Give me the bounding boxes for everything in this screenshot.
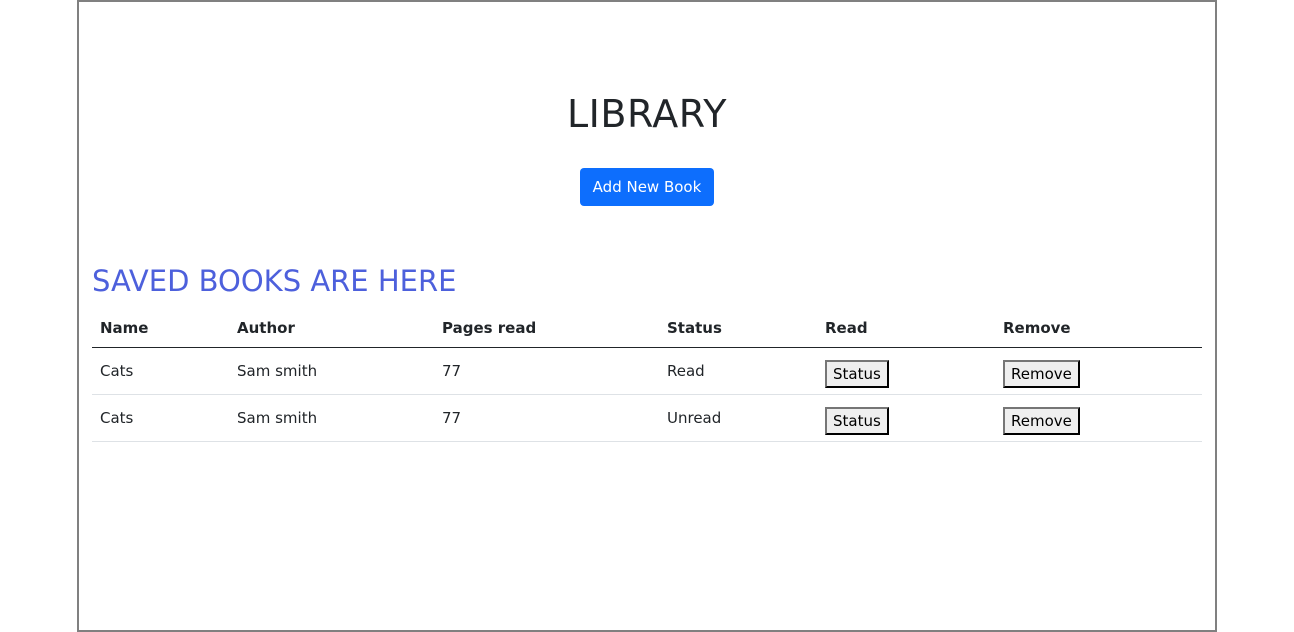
book-pages-cell: 77 bbox=[434, 394, 659, 442]
book-name-cell: Cats bbox=[92, 347, 229, 395]
table-header: Name Author Pages read Status Read Remov… bbox=[92, 308, 1202, 348]
book-status-cell: Read bbox=[659, 347, 817, 395]
table-body: Cats Sam smith 77 Read Status Remove Cat… bbox=[92, 347, 1202, 442]
add-new-book-button[interactable]: Add New Book bbox=[580, 168, 714, 206]
saved-books-heading: SAVED BOOKS ARE HERE bbox=[92, 264, 457, 298]
remove-cell: Remove bbox=[995, 394, 1202, 442]
toggle-status-button[interactable]: Status bbox=[825, 407, 889, 435]
column-header-remove: Remove bbox=[995, 308, 1202, 348]
column-header-pages-read: Pages read bbox=[434, 308, 659, 348]
remove-book-button[interactable]: Remove bbox=[1003, 407, 1080, 435]
book-author-cell: Sam smith bbox=[229, 394, 434, 442]
book-status-cell: Unread bbox=[659, 394, 817, 442]
table-row: Cats Sam smith 77 Unread Status Remove bbox=[92, 394, 1202, 442]
remove-book-button[interactable]: Remove bbox=[1003, 360, 1080, 388]
read-cell: Status bbox=[817, 394, 995, 442]
remove-cell: Remove bbox=[995, 347, 1202, 395]
book-author-cell: Sam smith bbox=[229, 347, 434, 395]
column-header-status: Status bbox=[659, 308, 817, 348]
table-row: Cats Sam smith 77 Read Status Remove bbox=[92, 347, 1202, 395]
column-header-author: Author bbox=[229, 308, 434, 348]
page-title: LIBRARY bbox=[567, 92, 727, 136]
book-pages-cell: 77 bbox=[434, 347, 659, 395]
table-header-row: Name Author Pages read Status Read Remov… bbox=[92, 308, 1202, 348]
column-header-name: Name bbox=[92, 308, 229, 348]
toggle-status-button[interactable]: Status bbox=[825, 360, 889, 388]
book-name-cell: Cats bbox=[92, 394, 229, 442]
column-header-read: Read bbox=[817, 308, 995, 348]
app-frame: LIBRARY Add New Book SAVED BOOKS ARE HER… bbox=[77, 0, 1217, 632]
books-table: Name Author Pages read Status Read Remov… bbox=[92, 308, 1202, 442]
read-cell: Status bbox=[817, 347, 995, 395]
